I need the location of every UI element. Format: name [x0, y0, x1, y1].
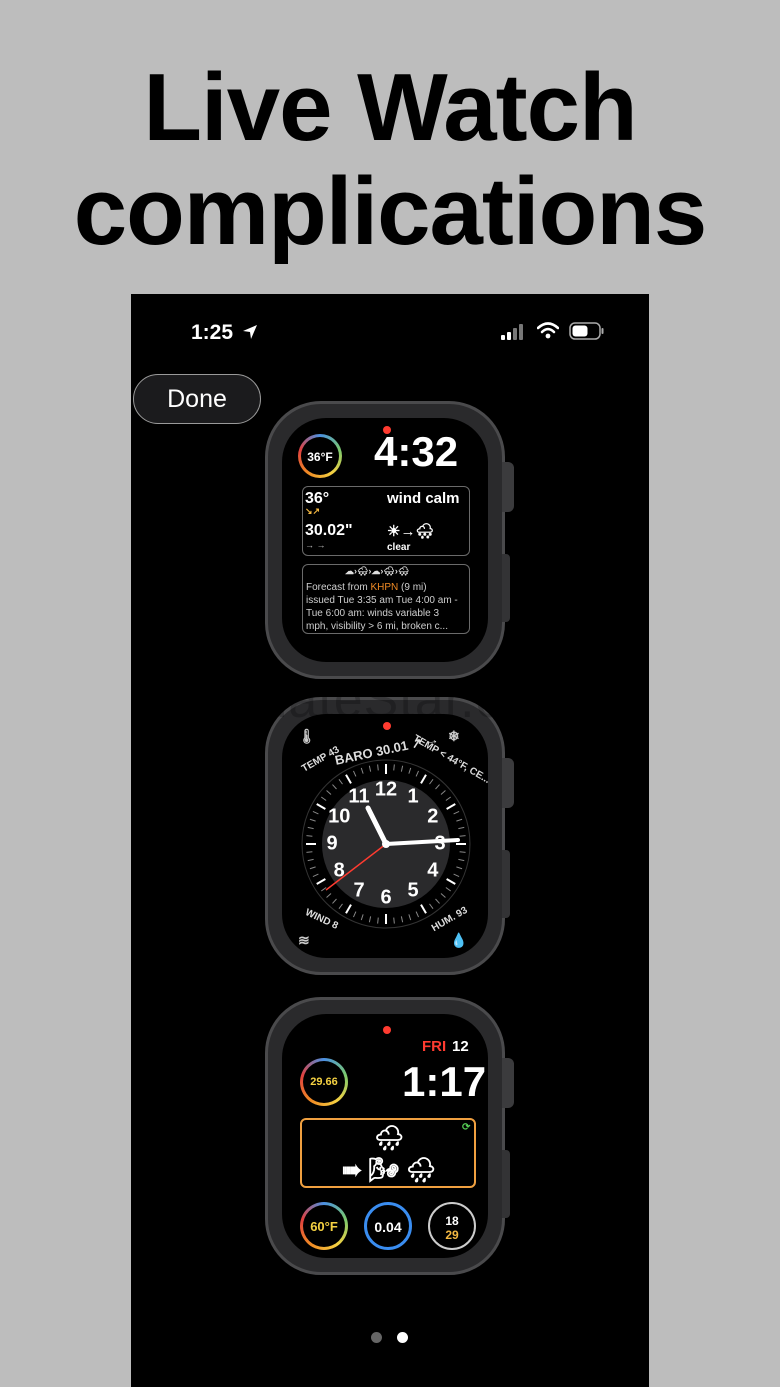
dial-tick — [306, 835, 313, 837]
notification-dot — [383, 1026, 391, 1034]
temperature-gauge-value: 60°F — [310, 1219, 338, 1234]
battery-icon — [569, 322, 604, 340]
headline-line-1: Live Watch — [143, 54, 637, 161]
weather-icon-top: 🌧 — [374, 1125, 405, 1152]
digital-time: 1:17 — [402, 1058, 487, 1105]
digital-time: 4:32 — [374, 428, 459, 475]
weather-summary-panel[interactable]: 36° ↘↗ wind calm 30.02" → → ☀→🌨 clear — [302, 486, 470, 556]
digital-crown — [502, 1058, 514, 1108]
humidity-icon: 💧 — [450, 932, 468, 948]
sun-to-rain-icon: ☀→🌨 — [387, 523, 435, 540]
watch-screen: 36°F 4:32 36° ↘↗ wind calm 30.02" → → ☀→… — [282, 418, 488, 662]
watch-face-modular[interactable]: FRI 12 1:17 29.66 ⟳ 🌧 ➠ 🌬 🌧 60°F 0.04 18… — [265, 997, 514, 1275]
dial-number: 4 — [427, 859, 439, 882]
barometric-pressure: 30.02" — [305, 522, 353, 539]
dial-number: 8 — [333, 859, 345, 882]
dial-number: 7 — [353, 879, 365, 902]
precipitation-gauge[interactable]: 0.04 — [364, 1202, 412, 1250]
forecast-station: KHPN — [370, 582, 399, 593]
date-label: 12 — [452, 1038, 469, 1055]
watch-screen: 🌡 ❄ TEMP 43 BARO 30.01 ↗ → TEMP < 44°F, … — [282, 714, 488, 958]
side-button — [502, 554, 510, 622]
dial-tick — [377, 764, 379, 771]
dial-number: 6 — [380, 886, 392, 909]
dial-tick — [377, 917, 379, 924]
day-label: FRI — [422, 1038, 447, 1055]
weather-forecast-panel[interactable]: ⟳ 🌧 ➠ 🌬 🌧 — [300, 1118, 476, 1188]
page-dot-1[interactable] — [371, 1332, 382, 1343]
moon-value-top: 18 — [445, 1214, 459, 1228]
location-arrow-icon — [243, 325, 257, 339]
phone-screen: 1:25 Done 36°F 4:32 36° ↘↗ wind calm 30.… — [131, 294, 649, 1387]
barometer-gauge-value: 29.66 — [310, 1076, 338, 1088]
dial-number: 10 — [328, 805, 351, 828]
dial-tick — [393, 764, 395, 771]
dial-tick — [393, 917, 395, 924]
done-button[interactable]: Done — [133, 374, 261, 424]
forecast-panel[interactable]: ☁›🌨›☁›🌨›🌨 Forecast from KHPN (9 mi) issu… — [302, 564, 470, 634]
watch-screen: FRI 12 1:17 29.66 ⟳ 🌧 ➠ 🌬 🌧 60°F 0.04 18… — [282, 1014, 488, 1258]
dial-number: 9 — [326, 832, 338, 855]
digital-crown — [502, 758, 514, 808]
forecast-source: Forecast from KHPN (9 mi) — [306, 582, 427, 593]
condition-label: clear — [387, 542, 411, 553]
wifi-icon — [537, 322, 559, 339]
weather-icon-bottom: ➠ 🌬 🌧 — [342, 1157, 437, 1184]
moon-value-bottom: 29 — [445, 1228, 459, 1242]
hand-pivot — [382, 840, 390, 848]
dial-number: 2 — [427, 805, 439, 828]
pressure-trend-arrows: → → — [305, 540, 326, 550]
forecast-icons: ☁›🌨›☁›🌨›🌨 — [345, 566, 410, 576]
digital-crown — [502, 462, 514, 512]
temperature-gauge[interactable]: 60°F — [300, 1202, 348, 1250]
dial-number: 11 — [348, 785, 370, 808]
watch-face-analog[interactable]: 🌡 ❄ TEMP 43 BARO 30.01 ↗ → TEMP < 44°F, … — [265, 697, 514, 975]
headline-line-2: complications — [73, 158, 707, 265]
dial-number: 3 — [434, 832, 446, 855]
dial-number: 1 — [407, 785, 419, 808]
watermark: UpdateStar.com — [190, 671, 577, 729]
thermometer-icon: 🌡 — [298, 728, 316, 744]
wind-status: wind calm — [387, 490, 460, 507]
moon-gauge[interactable]: 18 29 — [428, 1202, 476, 1250]
dial-number: 5 — [407, 879, 419, 902]
precipitation-value: 0.04 — [374, 1219, 402, 1235]
forecast-winds: Tue 6:00 am: winds variable 3 — [306, 608, 440, 619]
status-time: 1:25 — [191, 321, 234, 344]
side-button — [502, 850, 510, 918]
dial-number: 12 — [374, 778, 398, 801]
temperature-gauge[interactable]: 36°F — [298, 434, 342, 478]
barometer-gauge[interactable]: 29.66 — [300, 1058, 348, 1106]
dial-tick — [459, 835, 466, 837]
dial-tick — [459, 851, 466, 853]
forecast-visibility: mph, visibility > 6 mi, broken c... — [306, 621, 448, 632]
refresh-icon: ⟳ — [462, 1122, 471, 1133]
temp-trend-arrow-icon: ↘↗ — [305, 506, 321, 516]
snow-thermometer-icon: ❄ — [448, 728, 460, 744]
signal-bars-icon — [501, 324, 523, 340]
watch-face-infograph-modular[interactable]: 36°F 4:32 36° ↘↗ wind calm 30.02" → → ☀→… — [265, 401, 514, 679]
wind-icon: ≋ — [298, 932, 310, 948]
page-dot-2-active[interactable] — [397, 1332, 408, 1343]
forecast-issued: issued Tue 3:35 am Tue 4:00 am - — [306, 595, 458, 606]
side-button — [502, 1150, 510, 1218]
temperature-gauge-value: 36°F — [307, 450, 333, 464]
dial-tick — [306, 851, 313, 853]
